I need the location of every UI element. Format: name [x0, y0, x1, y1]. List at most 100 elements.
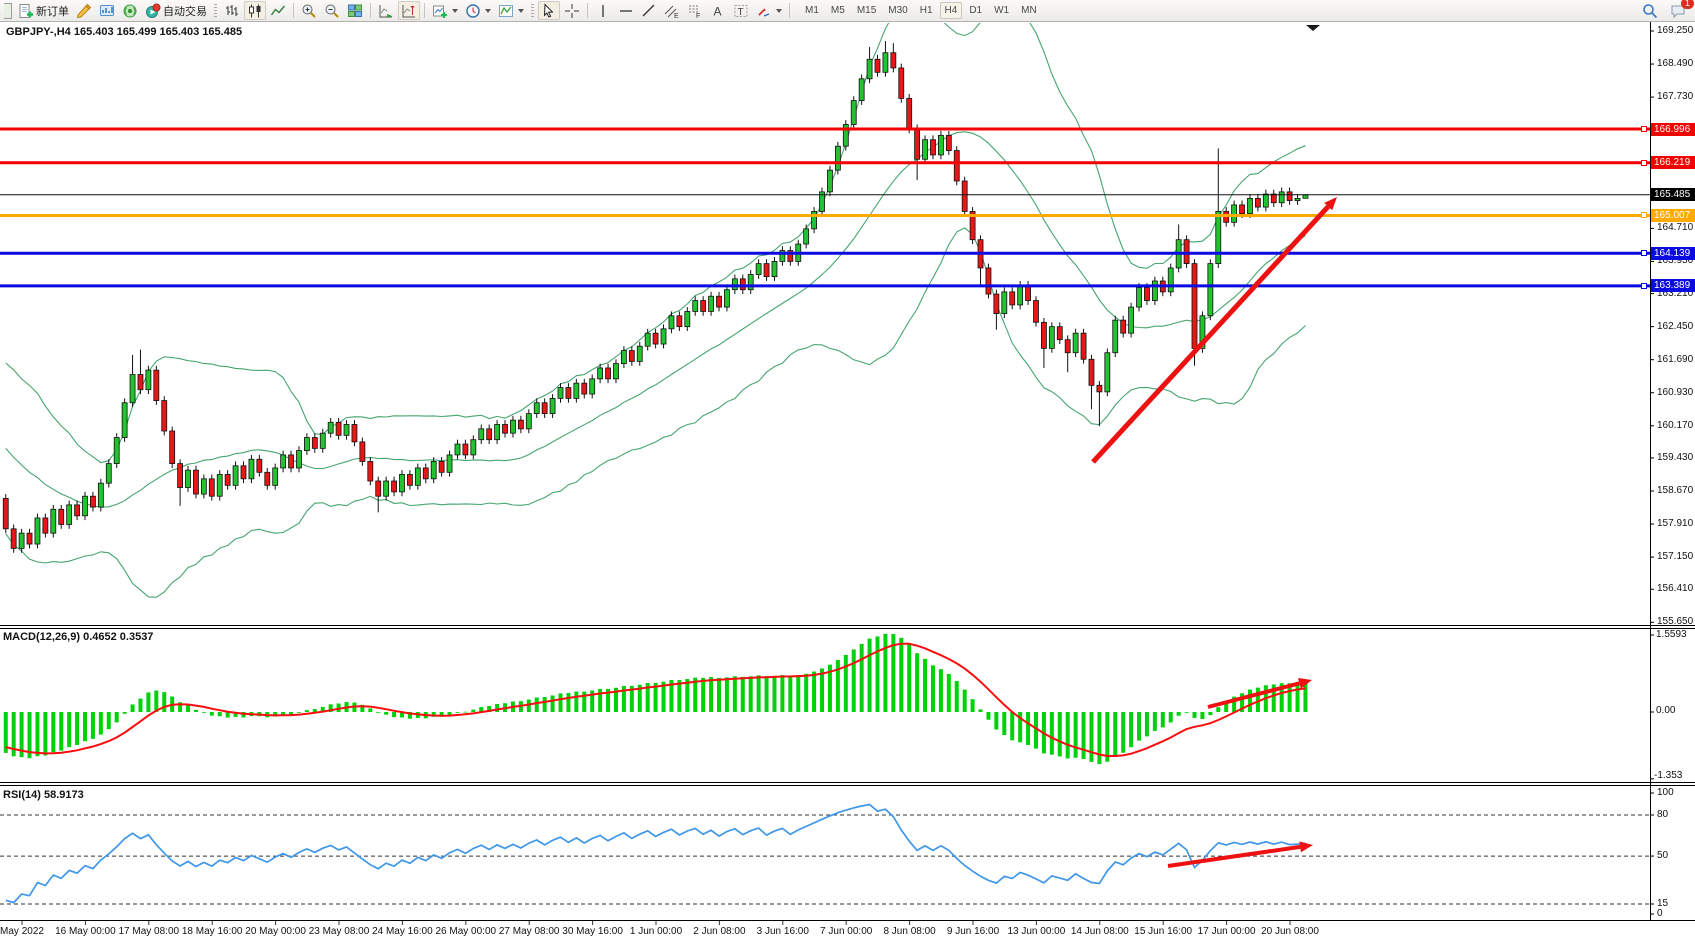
bull-candle[interactable] [1113, 320, 1118, 353]
bear-candle[interactable] [606, 368, 611, 379]
bull-candle[interactable] [685, 311, 690, 326]
bull-candle[interactable] [384, 481, 389, 496]
bull-candle[interactable] [709, 296, 714, 311]
line-chart-type-button[interactable] [267, 1, 289, 20]
bull-candle[interactable] [1018, 285, 1023, 305]
bull-candle[interactable] [883, 53, 888, 73]
bear-candle[interactable] [701, 301, 706, 312]
bear-candle[interactable] [1097, 385, 1102, 392]
bull-candle[interactable] [296, 451, 301, 468]
bull-candle[interactable] [645, 333, 650, 346]
bear-candle[interactable] [986, 268, 991, 294]
bear-candle[interactable] [352, 424, 357, 441]
timeframe-button-h4[interactable]: H4 [940, 2, 963, 19]
vertical-line-button[interactable] [592, 1, 614, 20]
bull-candle[interactable] [146, 370, 151, 390]
bull-candle[interactable] [732, 279, 737, 290]
bull-candle[interactable] [1279, 192, 1284, 203]
bull-candle[interactable] [114, 438, 119, 464]
rsi-line[interactable] [6, 805, 1306, 903]
zoom-out-button[interactable] [321, 1, 343, 20]
timeframe-button-m15[interactable]: M15 [852, 2, 881, 19]
cursor-button[interactable] [538, 1, 560, 20]
bull-candle[interactable] [249, 459, 254, 479]
bull-candle[interactable] [859, 79, 864, 101]
bear-candle[interactable] [376, 481, 381, 496]
bear-candle[interactable] [1041, 322, 1046, 348]
bull-candle[interactable] [447, 455, 452, 472]
bull-candle[interactable] [201, 479, 206, 494]
bear-candle[interactable] [1026, 285, 1031, 300]
period-clock-button[interactable] [462, 1, 494, 20]
bull-candle[interactable] [1216, 211, 1221, 263]
bull-candle[interactable] [471, 440, 476, 455]
bull-candle[interactable] [1295, 198, 1300, 200]
bollinger-band-upper[interactable] [6, 0, 1306, 463]
bull-candle[interactable] [106, 464, 111, 484]
bear-candle[interactable] [1271, 194, 1276, 203]
bear-candle[interactable] [962, 181, 967, 211]
bear-candle[interactable] [907, 98, 912, 128]
bull-candle[interactable] [669, 316, 674, 329]
text-label-button[interactable]: T [730, 1, 752, 20]
timeframe-button-m5[interactable]: M5 [826, 2, 850, 19]
bear-candle[interactable] [1287, 192, 1292, 201]
bull-candle[interactable] [613, 364, 618, 379]
bear-candle[interactable] [542, 403, 547, 414]
bull-candle[interactable] [637, 346, 642, 361]
bull-candle[interactable] [233, 466, 238, 486]
bull-candle[interactable] [1137, 288, 1142, 308]
bear-candle[interactable] [27, 533, 32, 544]
bull-candle[interactable] [598, 368, 603, 379]
bear-candle[interactable] [764, 264, 769, 277]
bear-candle[interactable] [1034, 301, 1039, 323]
bear-candle[interactable] [265, 472, 270, 485]
bear-candle[interactable] [1240, 205, 1245, 214]
bull-candle[interactable] [558, 388, 563, 399]
bull-candle[interactable] [1303, 195, 1308, 199]
timeframe-button-mn[interactable]: MN [1016, 2, 1042, 19]
indicators-button[interactable] [495, 1, 527, 20]
tile-windows-button[interactable] [344, 1, 366, 20]
notifications-button[interactable]: 1 [1667, 1, 1689, 20]
bear-candle[interactable] [1065, 340, 1070, 353]
text-button[interactable]: A [707, 1, 729, 20]
bear-candle[interactable] [1121, 320, 1126, 333]
bull-candle[interactable] [344, 424, 349, 435]
bear-candle[interactable] [392, 481, 397, 492]
bull-candle[interactable] [51, 509, 56, 533]
bear-candle[interactable] [1144, 288, 1149, 301]
bear-candle[interactable] [170, 431, 175, 464]
bull-candle[interactable] [83, 496, 88, 516]
bull-candle[interactable] [534, 403, 539, 414]
bull-candle[interactable] [756, 264, 761, 275]
bull-candle[interactable] [273, 468, 278, 485]
bull-candle[interactable] [1208, 264, 1213, 316]
bull-candle[interactable] [320, 433, 325, 448]
bear-candle[interactable] [3, 498, 8, 528]
bull-candle[interactable] [923, 140, 928, 160]
bear-candle[interactable] [225, 474, 230, 485]
auto-trading-button[interactable]: 自动交易 [142, 1, 210, 20]
bear-candle[interactable] [241, 466, 246, 479]
bull-candle[interactable] [661, 329, 666, 344]
bear-candle[interactable] [1184, 240, 1189, 264]
bear-candle[interactable] [653, 333, 658, 344]
bull-candle[interactable] [590, 379, 595, 394]
bar-chart-type-button[interactable] [221, 1, 243, 20]
bear-candle[interactable] [915, 129, 920, 159]
horizontal-line-button[interactable] [615, 1, 637, 20]
bull-candle[interactable] [526, 414, 531, 429]
bull-candle[interactable] [621, 351, 626, 364]
bull-candle[interactable] [1105, 353, 1110, 392]
bull-candle[interactable] [1152, 281, 1157, 301]
bear-candle[interactable] [178, 464, 183, 488]
chart-shift-button[interactable] [398, 1, 420, 20]
bull-candle[interactable] [693, 301, 698, 312]
main-pane[interactable] [0, 0, 1650, 597]
bull-candle[interactable] [455, 444, 460, 455]
bull-candle[interactable] [67, 505, 72, 525]
bull-candle[interactable] [19, 533, 24, 548]
bull-candle[interactable] [98, 483, 103, 507]
timeframe-button-d1[interactable]: D1 [964, 2, 987, 19]
